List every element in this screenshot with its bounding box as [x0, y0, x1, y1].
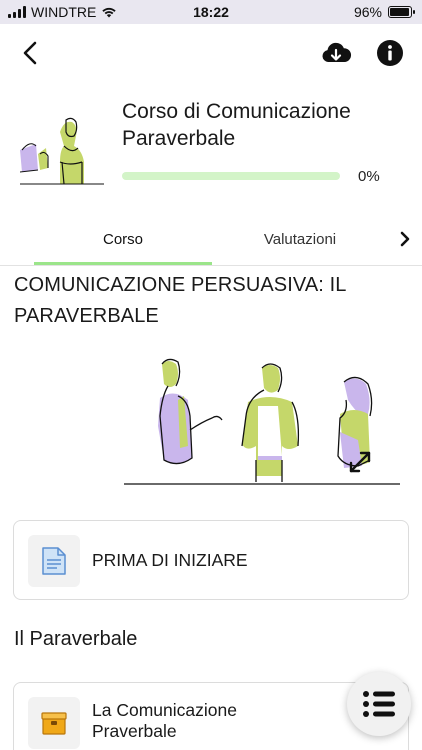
- battery-icon: [388, 6, 415, 18]
- tab-bar: Corso Valutazioni: [0, 214, 422, 266]
- card-label: PRIMA DI INIZIARE: [92, 550, 248, 570]
- course-thumbnail: [20, 110, 104, 186]
- section-title: COMUNICAZIONE PERSUASIVA: IL PARAVERBALE: [14, 274, 346, 327]
- package-icon: [41, 712, 67, 735]
- download-button[interactable]: [320, 38, 352, 68]
- list-menu-icon: [363, 691, 395, 717]
- battery-percent: 96%: [353, 4, 382, 20]
- tab-corso[interactable]: Corso: [34, 214, 212, 264]
- active-tab-indicator: [34, 262, 212, 265]
- card-icon-box: [28, 697, 80, 749]
- course-title: Corso di Comunicazione Paraverbale: [122, 100, 351, 150]
- status-bar: WINDTRE 18:22 96%: [0, 0, 422, 24]
- subsection-title: Il Paraverbale: [14, 628, 138, 650]
- lesson-card-prima-di-iniziare[interactable]: PRIMA DI INIZIARE: [13, 520, 409, 600]
- back-button[interactable]: [16, 38, 46, 68]
- card-label: La Comunicazione Praverbale: [92, 700, 237, 741]
- course-progress-text: 0%: [358, 168, 380, 185]
- document-icon: [42, 547, 66, 575]
- chevron-left-icon: [23, 41, 37, 65]
- expand-arrows-icon: [349, 451, 371, 473]
- chevron-right-icon: [400, 231, 410, 247]
- cloud-download-icon: [322, 42, 352, 62]
- course-progress-bar: [122, 172, 340, 180]
- tab-valutazioni[interactable]: Valutazioni: [212, 214, 388, 264]
- expand-image-button[interactable]: [345, 447, 375, 477]
- info-button[interactable]: [376, 39, 404, 67]
- info-icon: [377, 40, 403, 66]
- tabs-next-button[interactable]: [394, 226, 416, 252]
- lesson-list-button[interactable]: [347, 672, 411, 736]
- card-icon-box: [28, 535, 80, 587]
- status-bar-right: 96%: [353, 4, 415, 20]
